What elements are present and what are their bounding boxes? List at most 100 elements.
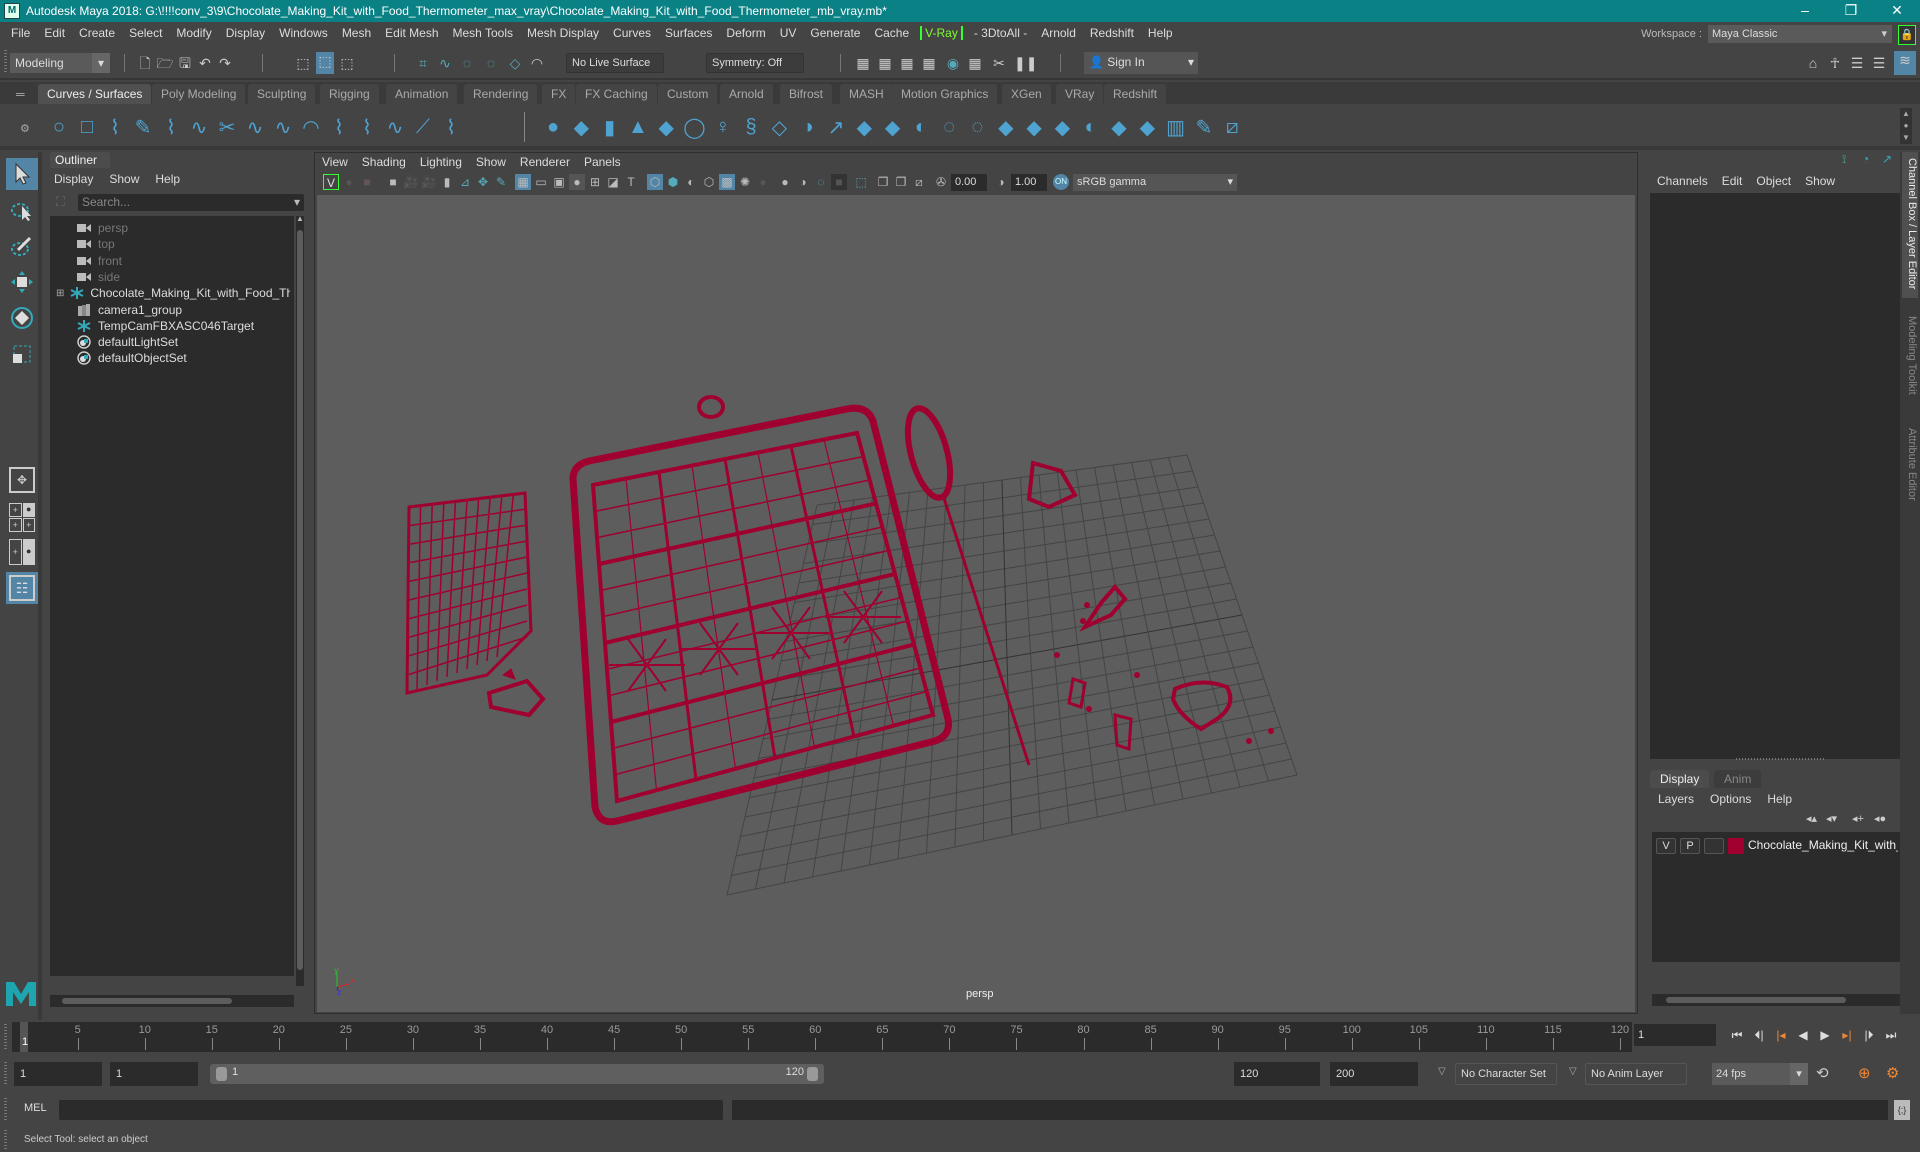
layer-menu-help[interactable]: Help [1759,790,1800,808]
birail-icon[interactable]: ↗ [823,114,849,140]
step-back-key-icon[interactable]: ⏴| [1750,1026,1768,1044]
scroll-up-icon[interactable]: ▲ [296,214,304,223]
menu-vray[interactable]: V-Ray [920,26,963,40]
grip-handle[interactable] [4,1130,7,1150]
detach-surface-icon[interactable]: ◆ [1049,114,1075,140]
render-settings-icon[interactable]: ▦ [920,54,938,72]
sculpt-surface-icon[interactable]: ✎ [1191,114,1217,140]
render-view-icon[interactable]: ▦ [966,54,984,72]
side-tab-attribute-editor[interactable]: Attribute Editor [1902,422,1918,522]
menu-select[interactable]: Select [122,26,169,40]
anim-layer-arrow-icon[interactable]: ▽ [1569,1066,1577,1077]
default-material-icon[interactable]: ◐ [683,174,699,190]
lock-icon[interactable]: 🔒 [1898,25,1916,45]
shelf-tab-rendering[interactable]: Rendering [464,84,538,104]
insert-knot-icon[interactable]: ◠ [298,114,324,140]
outliner-menu-display[interactable]: Display [46,170,101,188]
insert-isoparm-icon[interactable]: ◆ [1134,114,1160,140]
select-hierarchy-icon[interactable]: ⬚ [294,54,312,72]
render-sequence-icon[interactable]: ▦ [876,54,894,72]
layer-playback-toggle[interactable]: P [1680,838,1700,854]
shelf-tab-poly-modeling[interactable]: Poly Modeling [152,84,246,104]
shelf-settings-icon[interactable]: ⚙ [20,122,30,135]
motion-blur-icon[interactable]: ◑ [795,174,811,190]
save-scene-icon[interactable]: 🖫 [176,54,194,72]
viewport-menu-panels[interactable]: Panels [577,153,628,171]
select-component-icon[interactable]: ⬚ [338,54,356,72]
snap-surface-icon[interactable]: ◇ [506,54,524,72]
shelf-tab-sculpting[interactable]: Sculpting [248,84,316,104]
safe-title-icon[interactable]: T [623,174,639,190]
untrim-icon[interactable]: ◆ [993,114,1019,140]
fps-dropdown[interactable]: 24 fps ▾ [1712,1063,1808,1085]
move-tool-icon[interactable] [6,266,38,298]
outliner-menu-show[interactable]: Show [101,170,147,188]
speed-icon[interactable]: ◔ [1862,152,1869,166]
lock-camera-icon[interactable]: 🎥 [403,174,419,190]
viewport-menu-lighting[interactable]: Lighting [413,153,469,171]
vray-ipr-icon[interactable]: ● [341,174,357,190]
shelf-tab-motion-graphics[interactable]: Motion Graphics [892,84,998,104]
outliner-layout-icon[interactable]: ☷ [6,572,38,604]
boundary-icon[interactable]: ◆ [851,114,877,140]
menu-edit-mesh[interactable]: Edit Mesh [378,26,445,40]
minimize-button[interactable]: – [1782,0,1828,22]
outliner-vertical-scrollbar[interactable]: ▲ [296,214,304,986]
two-d-pan-zoom-icon[interactable]: ✥ [475,174,491,190]
menu-modify[interactable]: Modify [169,26,218,40]
textured-icon[interactable]: ▩ [719,174,735,190]
cb-menu-edit[interactable]: Edit [1715,172,1750,190]
align-surface-icon[interactable]: ◐ [1078,114,1104,140]
xray-icon[interactable]: ❐ [875,174,891,190]
range-end-handle[interactable] [807,1067,818,1081]
vray-tool-icon[interactable]: ✂ [990,54,1008,72]
xray-active-components-icon[interactable]: ❐ [893,174,909,190]
gamma-field[interactable]: 1.00 [1011,174,1047,191]
nurbs-plane-icon[interactable]: ◆ [653,114,679,140]
playback-end-field[interactable]: 120 [1234,1062,1320,1086]
layer-display-type-toggle[interactable] [1704,838,1724,854]
shelf-tab-rigging[interactable]: Rigging [320,84,379,104]
extrude-icon[interactable]: ◑ [795,114,821,140]
menu-mesh-display[interactable]: Mesh Display [520,26,606,40]
four-view-layout-icon[interactable]: + ● + + [6,500,38,532]
select-object-icon[interactable]: ⬚ [316,52,334,74]
scrollbar-thumb[interactable] [1666,997,1846,1003]
two-view-layout-icon[interactable]: + ● [6,536,38,568]
script-editor-icon[interactable]: {;} [1894,1100,1910,1120]
render-frame-icon[interactable]: ▦ [854,54,872,72]
menu-display[interactable]: Display [219,26,272,40]
use-all-lights-icon[interactable]: ✺ [737,174,753,190]
layer-menu-options[interactable]: Options [1702,790,1759,808]
shelf-tab-redshift[interactable]: Redshift [1104,84,1167,104]
scale-tool-icon[interactable] [6,338,38,370]
end-time-field[interactable]: 200 [1330,1062,1418,1086]
shelf-tab-bifrost[interactable]: Bifrost [780,84,833,104]
splitter-handle[interactable] [1736,758,1826,760]
paint-select-tool-icon[interactable] [6,230,38,262]
rotate-tool-icon[interactable] [6,302,38,334]
grip-handle[interactable] [4,1062,7,1086]
project-curve-icon[interactable]: ◌ [936,114,962,140]
current-frame-field[interactable]: 1 [1634,1024,1716,1046]
outliner-search-input[interactable]: Search... [78,194,304,211]
image-plane-icon[interactable]: ⊿ [457,174,473,190]
single-view-layout-icon[interactable]: ✥ [6,464,38,496]
go-to-start-icon[interactable]: ⏮ [1728,1026,1746,1044]
cv-curve-icon[interactable]: ⌇ [102,114,128,140]
extend-curve-icon[interactable]: ∿ [382,114,408,140]
pencil-curve-icon[interactable]: ✎ [130,114,156,140]
menu-arnold[interactable]: Arnold [1034,26,1083,40]
play-forwards-icon[interactable]: ▶ [1816,1026,1834,1044]
menu-edit[interactable]: Edit [37,26,72,40]
loop-icon[interactable]: ⟲ [1816,1064,1829,1082]
nurbs-circle-icon[interactable]: ○ [46,114,72,140]
gate-mask-icon[interactable]: ● [569,174,585,190]
pause-icon[interactable]: ❚❚ [1014,54,1037,72]
layer-horizontal-scrollbar[interactable] [1652,994,1900,1006]
menu-curves[interactable]: Curves [606,26,658,40]
undo-icon[interactable]: ↶ [196,54,214,72]
modeling-toolkit-icon[interactable]: ⌂ [1804,54,1822,72]
play-backwards-icon[interactable]: ◀ [1794,1026,1812,1044]
move-layer-down-icon[interactable]: ◂▾ [1826,812,1837,825]
